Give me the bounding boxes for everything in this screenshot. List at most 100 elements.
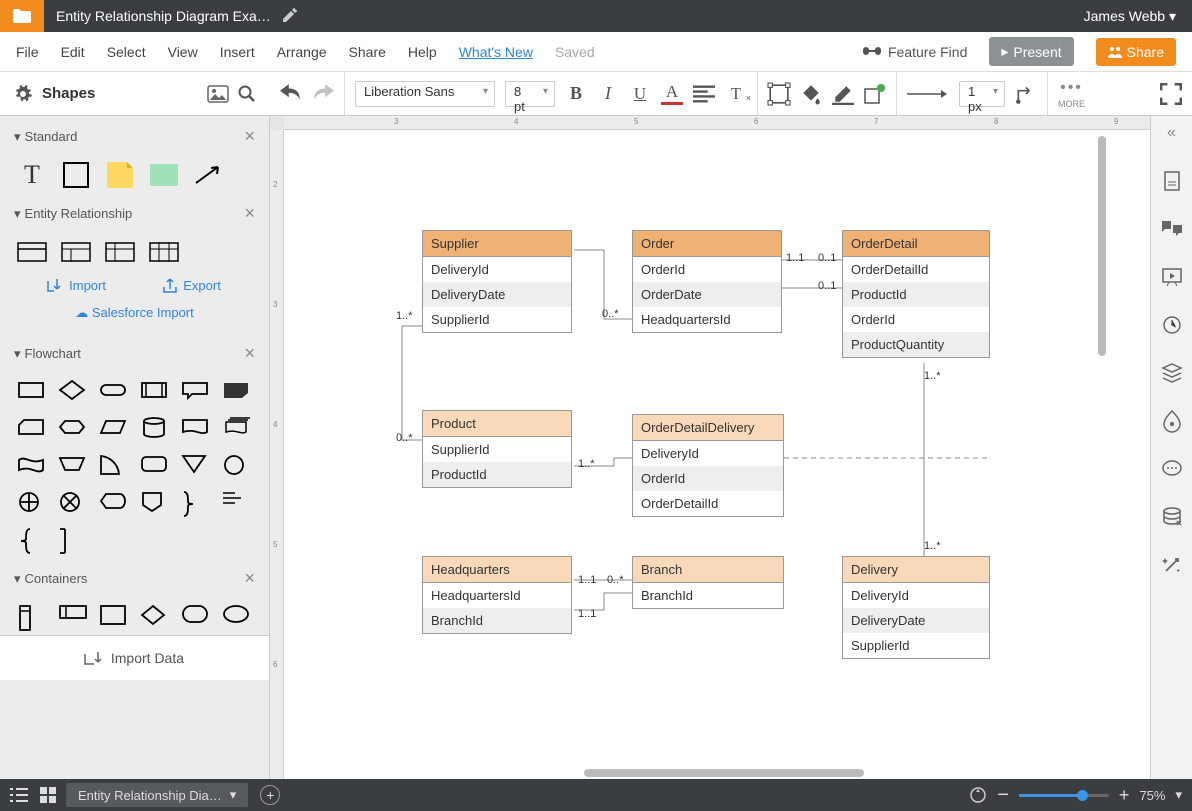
menu-edit[interactable]: Edit: [61, 44, 85, 60]
fc-brace-l[interactable]: [18, 528, 46, 552]
fc-delay[interactable]: [59, 528, 87, 552]
presentation-icon[interactable]: [1161, 266, 1183, 288]
undo-icon[interactable]: [280, 83, 302, 105]
arrow-shape[interactable]: [194, 163, 222, 187]
border-color-icon[interactable]: [832, 83, 854, 105]
entity-supplier[interactable]: Supplier DeliveryId DeliveryDate Supplie…: [422, 230, 572, 333]
shape-options-icon[interactable]: [864, 83, 886, 105]
salesforce-import-link[interactable]: ☁ Salesforce Import: [0, 301, 269, 333]
pencil-icon[interactable]: [283, 8, 297, 25]
block-shape[interactable]: [150, 163, 178, 187]
ct-6[interactable]: [223, 605, 251, 629]
redo-icon[interactable]: [312, 83, 334, 105]
bold-icon[interactable]: B: [565, 83, 587, 105]
present-button[interactable]: ▸ Present: [989, 37, 1073, 66]
fc-trap[interactable]: [59, 454, 87, 478]
menu-select[interactable]: Select: [107, 44, 146, 60]
page-settings-icon[interactable]: [1161, 170, 1183, 192]
fc-shield[interactable]: [141, 491, 169, 515]
align-icon[interactable]: [693, 83, 715, 105]
fc-tape[interactable]: [18, 454, 46, 478]
grid-view-icon[interactable]: [40, 787, 56, 803]
fc-sumjunc[interactable]: [18, 491, 46, 515]
history-icon[interactable]: [1161, 314, 1183, 336]
ct-5[interactable]: [182, 605, 210, 629]
ct-1[interactable]: [18, 605, 46, 629]
fc-callout[interactable]: [182, 380, 210, 404]
rect-shape[interactable]: [62, 163, 90, 187]
menu-arrange[interactable]: Arrange: [277, 44, 327, 60]
fc-cylinder[interactable]: [141, 417, 169, 441]
fc-hex[interactable]: [59, 417, 87, 441]
fullscreen-icon[interactable]: [1160, 83, 1182, 105]
fc-diamond[interactable]: [59, 380, 87, 404]
add-page-button[interactable]: +: [260, 785, 280, 805]
entity-orderdetaildelivery[interactable]: OrderDetailDelivery DeliveryId OrderId O…: [632, 414, 784, 517]
ct-2[interactable]: [59, 605, 87, 629]
panel-er[interactable]: ▾ Entity Relationship×: [0, 193, 269, 234]
ct-3[interactable]: [100, 605, 128, 629]
layers-icon[interactable]: [1161, 362, 1183, 384]
fc-display[interactable]: [100, 491, 128, 515]
magic-icon[interactable]: [1161, 554, 1183, 576]
note-shape[interactable]: [106, 163, 134, 187]
search-icon[interactable]: [238, 85, 256, 103]
entity-product[interactable]: Product SupplierId ProductId: [422, 410, 572, 488]
chat-icon[interactable]: [1161, 458, 1183, 480]
collapse-icon[interactable]: «: [1161, 122, 1183, 144]
fc-doc[interactable]: [182, 417, 210, 441]
close-icon[interactable]: ×: [244, 568, 255, 589]
data-icon[interactable]: [1161, 506, 1183, 528]
shape-icon[interactable]: [768, 83, 790, 105]
font-select[interactable]: Liberation Sans: [355, 81, 495, 107]
gear-icon[interactable]: [14, 85, 32, 103]
menu-whatsnew[interactable]: What's New: [459, 44, 533, 60]
canvas[interactable]: Supplier DeliveryId DeliveryDate Supplie…: [284, 130, 1150, 779]
zoom-in-button[interactable]: +: [1119, 785, 1130, 806]
menu-help[interactable]: Help: [408, 44, 437, 60]
panel-containers[interactable]: ▾ Containers×: [0, 558, 269, 599]
text-shape[interactable]: T: [18, 163, 46, 187]
entity-order[interactable]: Order OrderId OrderDate HeadquartersId: [632, 230, 782, 333]
er-shape-3[interactable]: [106, 240, 134, 264]
menu-view[interactable]: View: [168, 44, 198, 60]
themes-icon[interactable]: [1161, 410, 1183, 432]
share-button[interactable]: Share: [1096, 38, 1176, 66]
fc-triangle[interactable]: [182, 454, 210, 478]
user-menu[interactable]: James Webb ▾: [1068, 8, 1192, 25]
entity-branch[interactable]: Branch BranchId: [632, 556, 784, 609]
page-tab[interactable]: Entity Relationship Dia… ▾: [66, 783, 248, 807]
fc-or[interactable]: [59, 491, 87, 515]
fc-terminator[interactable]: [100, 380, 128, 404]
feature-find[interactable]: Feature Find: [862, 44, 967, 60]
fc-offpage[interactable]: [223, 380, 251, 404]
import-link[interactable]: Import: [48, 278, 106, 293]
document-title[interactable]: Entity Relationship Diagram Exa…: [44, 8, 283, 24]
close-icon[interactable]: ×: [244, 126, 255, 147]
line-width-select[interactable]: 1 px: [959, 81, 1005, 107]
vertical-scrollbar[interactable]: [1098, 136, 1106, 356]
menu-insert[interactable]: Insert: [220, 44, 255, 60]
export-link[interactable]: Export: [162, 278, 221, 293]
sync-icon[interactable]: [969, 786, 987, 804]
close-icon[interactable]: ×: [244, 343, 255, 364]
zoom-level[interactable]: 75%: [1139, 788, 1165, 803]
fc-rrect[interactable]: [141, 454, 169, 478]
er-shape-2[interactable]: [62, 240, 90, 264]
panel-standard[interactable]: ▾ Standard×: [0, 116, 269, 157]
line-options-icon[interactable]: [1015, 83, 1037, 105]
text-color-icon[interactable]: A: [661, 83, 683, 105]
fc-predefined[interactable]: [141, 380, 169, 404]
entity-delivery[interactable]: Delivery DeliveryId DeliveryDate Supplie…: [842, 556, 990, 659]
panel-flowchart[interactable]: ▾ Flowchart×: [0, 333, 269, 374]
menu-file[interactable]: File: [16, 44, 39, 60]
ct-4[interactable]: [141, 605, 169, 629]
entity-headquarters[interactable]: Headquarters HeadquartersId BranchId: [422, 556, 572, 634]
clear-format-icon[interactable]: T×: [725, 83, 747, 105]
fill-icon[interactable]: [800, 83, 822, 105]
more-icon[interactable]: •••: [1060, 79, 1083, 97]
horizontal-scrollbar[interactable]: [584, 769, 864, 777]
import-data-button[interactable]: Import Data: [0, 635, 269, 680]
menu-share[interactable]: Share: [349, 44, 386, 60]
outline-view-icon[interactable]: [10, 788, 28, 802]
